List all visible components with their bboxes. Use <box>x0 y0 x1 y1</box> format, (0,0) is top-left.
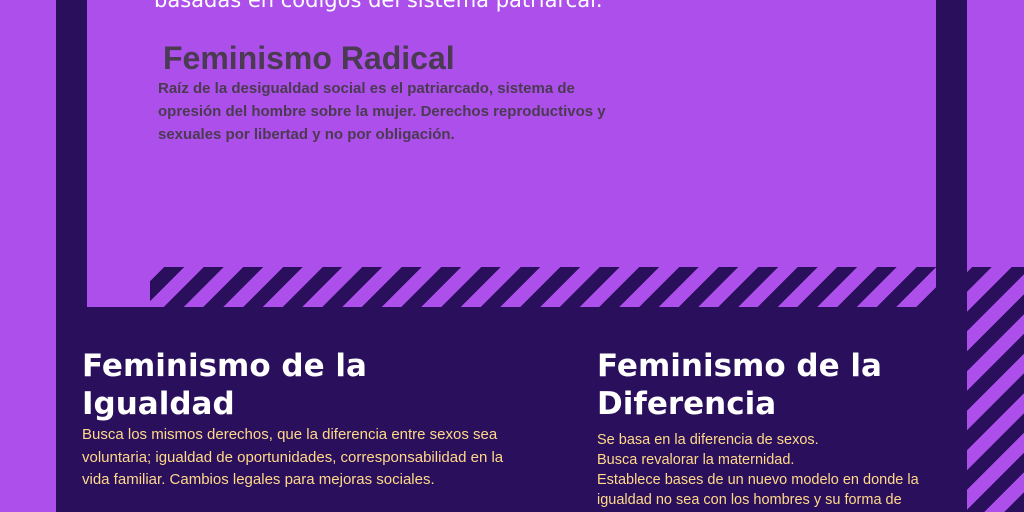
igualdad-title: Feminismo de la Igualdad <box>82 348 367 422</box>
diferencia-line: Se basa en la diferencia de sexos. <box>597 432 819 448</box>
radical-description: Raíz de la desigualdad social es el patr… <box>158 80 606 143</box>
diagonal-stripe-band <box>150 267 936 307</box>
diagonal-stripe-side <box>967 267 1024 512</box>
diferencia-title: Feminismo de la Diferencia <box>597 348 882 422</box>
diferencia-description: Se basa en la diferencia de sexos. Busca… <box>597 430 957 510</box>
diferencia-line: Busca revalorar la maternidad. <box>597 452 795 468</box>
diferencia-line: Establece bases de un nuevo modelo en do… <box>597 472 919 508</box>
radical-title: Feminismo Radical <box>163 40 455 76</box>
cut-off-text-line: basadas en códigos del sistema patriarca… <box>154 0 603 12</box>
igualdad-description: Busca los mismos derechos, que la difere… <box>82 426 504 488</box>
